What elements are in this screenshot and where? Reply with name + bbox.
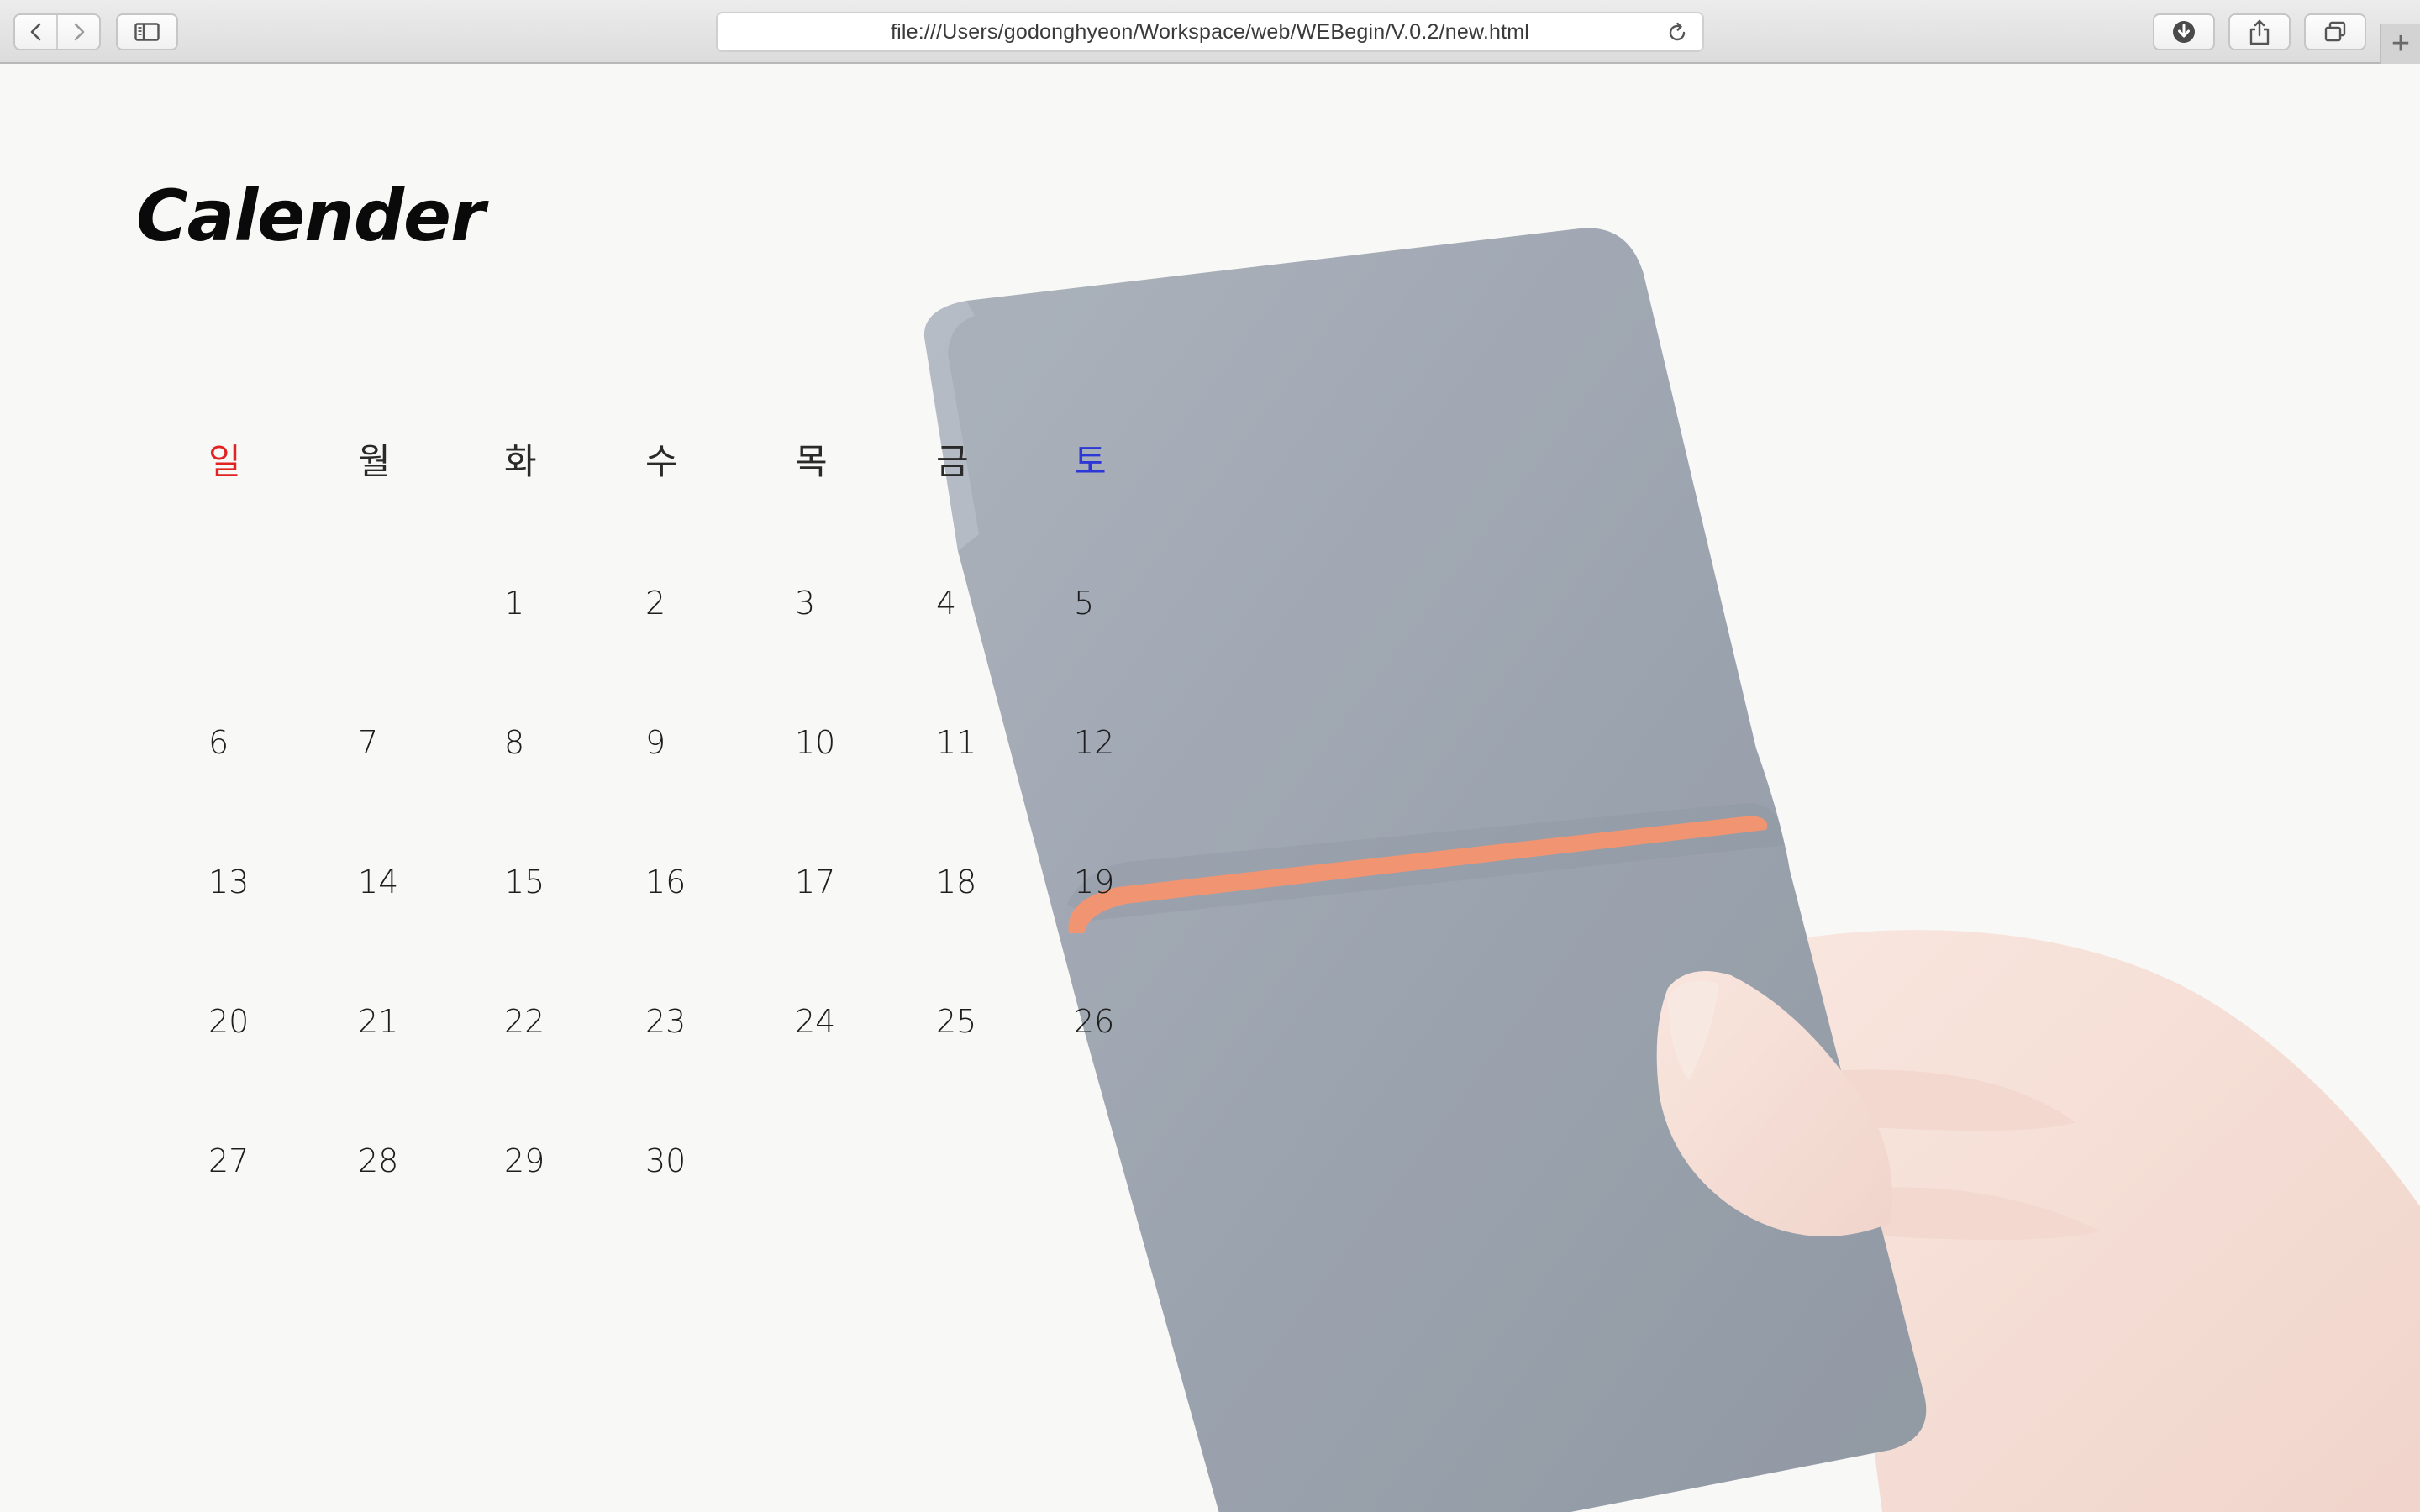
- calendar-day: 8: [504, 724, 525, 761]
- calendar-day: 21: [358, 1003, 399, 1040]
- weekday-thursday: 목: [795, 441, 828, 482]
- calendar-day: 16: [645, 864, 687, 900]
- calendar-day: 9: [645, 724, 666, 761]
- calendar-day: 15: [504, 864, 545, 900]
- tabs-overview-button[interactable]: [2304, 13, 2366, 50]
- download-icon: [2173, 21, 2195, 43]
- calendar-day: 11: [936, 724, 977, 761]
- calendar-day: 26: [1074, 1003, 1115, 1040]
- address-bar[interactable]: file:///Users/godonghyeon/Workspace/web/…: [716, 12, 1704, 52]
- page-title: Calender: [136, 175, 485, 257]
- navigation-buttons: [13, 13, 101, 50]
- sidebar-icon: [134, 23, 160, 41]
- weekday-sunday: 일: [208, 441, 241, 482]
- calendar-day: 23: [645, 1003, 687, 1040]
- calendar-day: 13: [208, 864, 250, 900]
- calendar-day: 12: [1074, 724, 1115, 761]
- share-button[interactable]: [2228, 13, 2291, 50]
- calendar-day: 7: [358, 724, 379, 761]
- new-tab-button[interactable]: +: [2380, 24, 2420, 64]
- address-url: file:///Users/godonghyeon/Workspace/web/…: [890, 19, 1530, 44]
- calendar-day: 29: [504, 1142, 545, 1179]
- back-button[interactable]: [15, 15, 56, 49]
- calendar-day: 6: [208, 724, 229, 761]
- calendar-day: 24: [795, 1003, 836, 1040]
- calendar-day: 30: [645, 1142, 687, 1179]
- page-content: Calender 일 월 화 수 목 금 토 1 2 3 4 5 6 7 8 9: [0, 64, 2420, 1512]
- calendar-day: 4: [936, 585, 957, 622]
- calendar-day: 28: [358, 1142, 399, 1179]
- calendar-day: 20: [208, 1003, 250, 1040]
- chevron-left-icon: [30, 23, 40, 41]
- calendar-day: 3: [795, 585, 816, 622]
- weekday-tuesday: 화: [504, 441, 537, 482]
- chevron-right-icon: [74, 23, 84, 41]
- forward-button[interactable]: [56, 15, 99, 49]
- calendar-day: 14: [358, 864, 399, 900]
- calendar-day: 17: [795, 864, 836, 900]
- calendar-day: 19: [1074, 864, 1115, 900]
- weekday-friday: 금: [936, 441, 969, 482]
- calendar-day: 5: [1074, 585, 1095, 622]
- weekday-saturday: 토: [1074, 441, 1107, 482]
- calendar-day: 18: [936, 864, 977, 900]
- weekday-wednesday: 수: [645, 441, 678, 482]
- downloads-button[interactable]: [2153, 13, 2215, 50]
- weekday-monday: 월: [358, 441, 391, 482]
- share-icon: [2249, 19, 2270, 45]
- calendar-day: 27: [208, 1142, 250, 1179]
- tabs-icon: [2324, 21, 2346, 42]
- calendar-day: 2: [645, 585, 666, 622]
- reload-icon[interactable]: [1665, 21, 1689, 45]
- background-photo-notebook: [0, 64, 2420, 1512]
- calendar-day: 1: [504, 585, 525, 622]
- calendar-day: 22: [504, 1003, 545, 1040]
- calendar-day: 25: [936, 1003, 977, 1040]
- sidebar-button[interactable]: [116, 13, 178, 50]
- calendar-day: 10: [795, 724, 836, 761]
- browser-toolbar: file:///Users/godonghyeon/Workspace/web/…: [0, 0, 2420, 64]
